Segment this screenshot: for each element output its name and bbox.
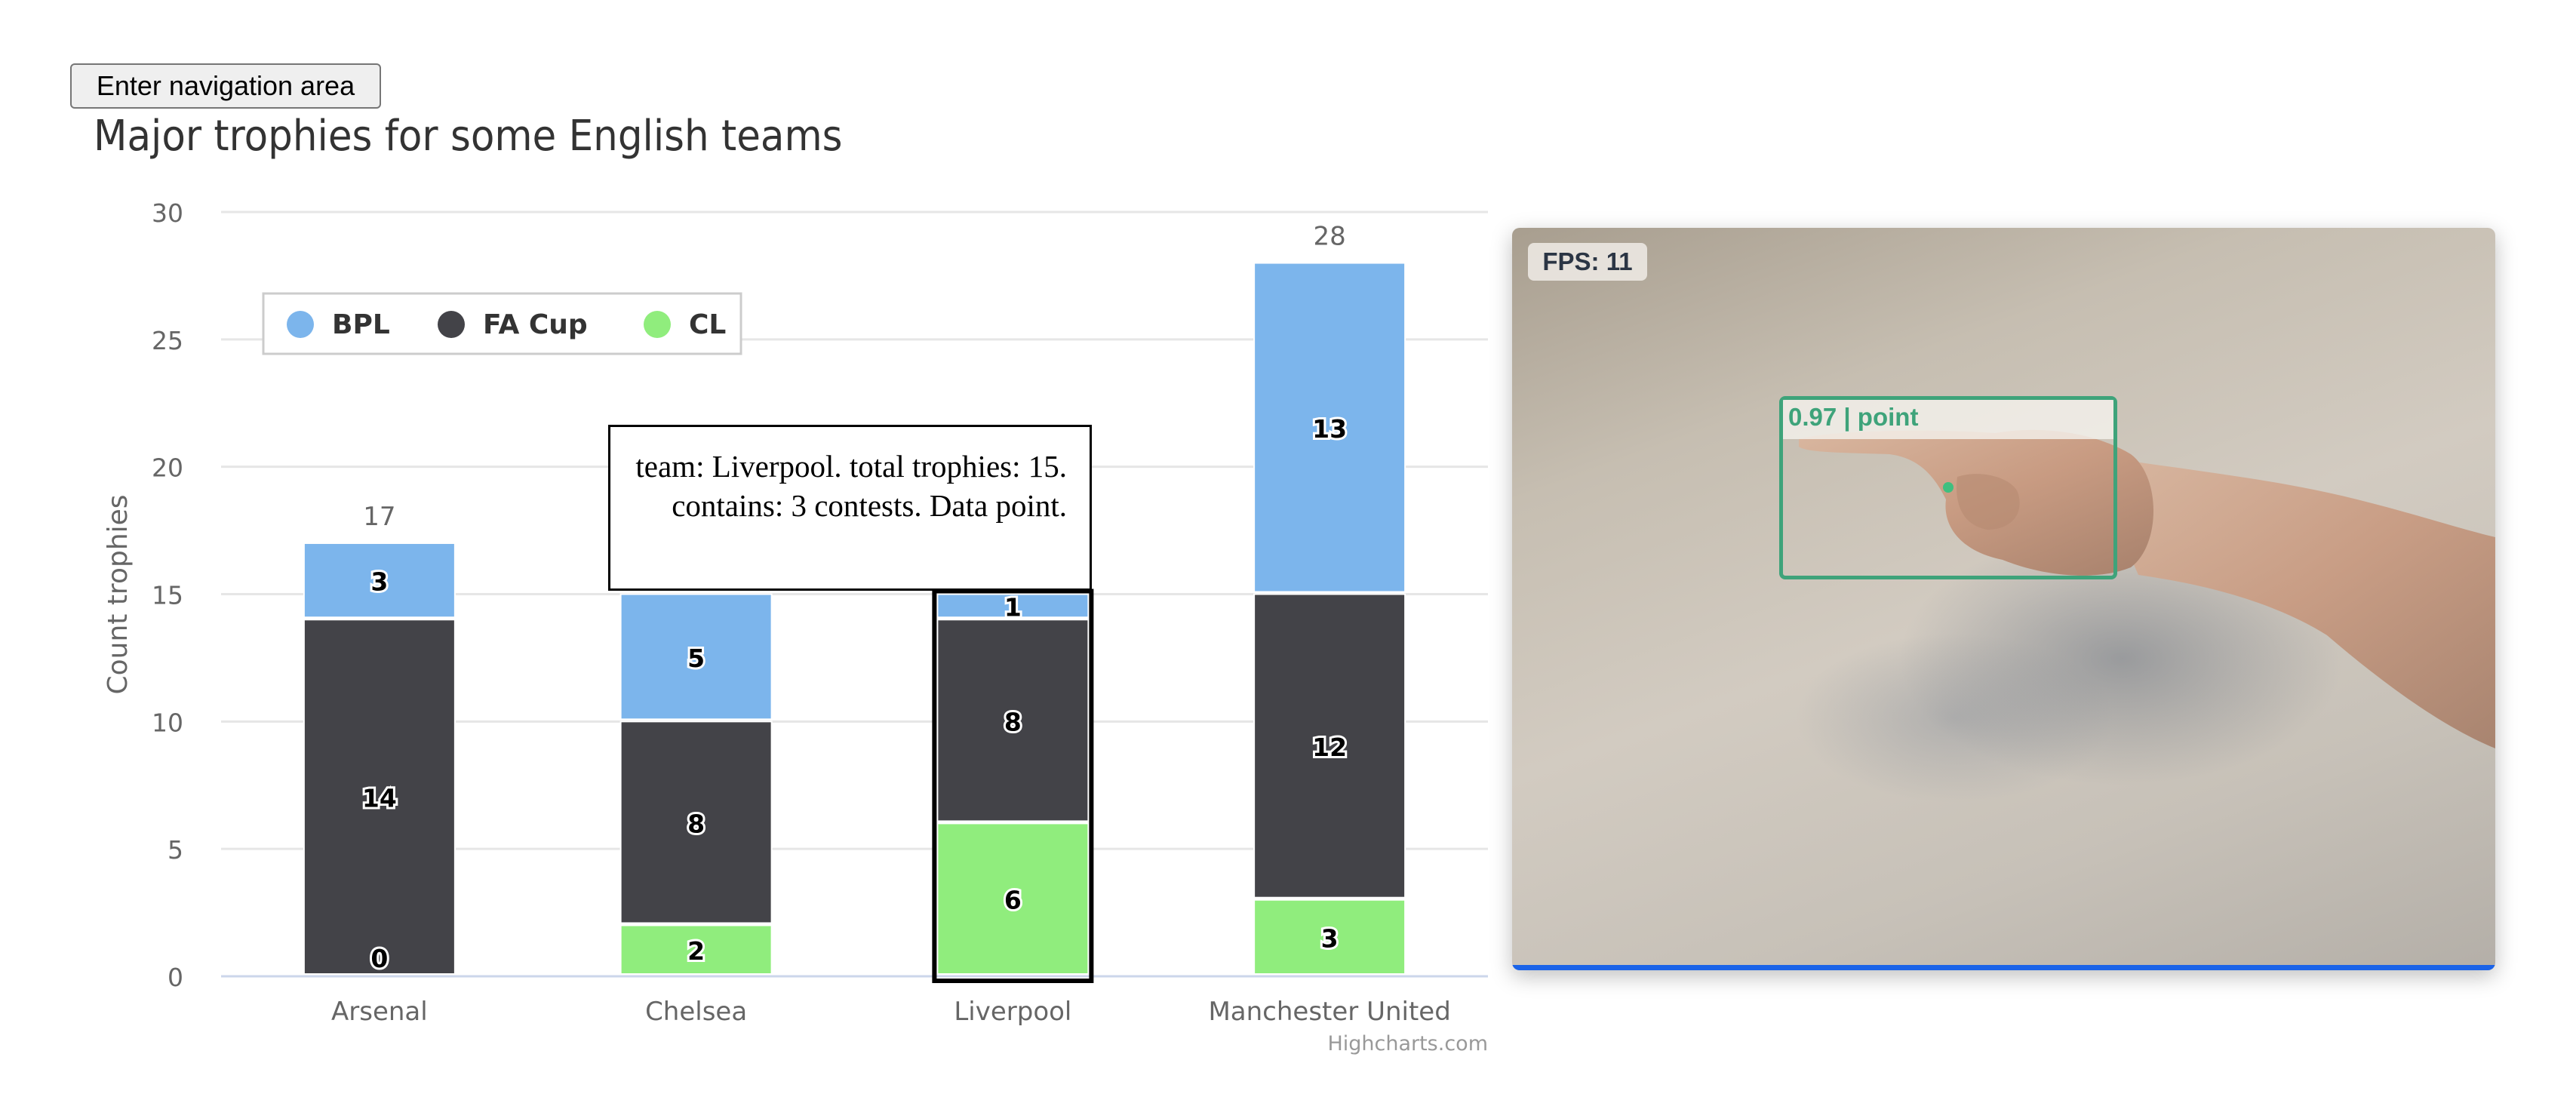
detection-label: 0.97 | point xyxy=(1788,403,1919,431)
progress-bar xyxy=(1512,965,2495,970)
data-label: 12 xyxy=(1312,733,1347,762)
y-tick-label: 25 xyxy=(152,326,183,355)
data-label: 8 xyxy=(687,809,705,838)
y-tick-label: 30 xyxy=(152,198,183,228)
x-tick-label: Arsenal xyxy=(331,997,428,1027)
bar-series xyxy=(303,262,1406,983)
y-tick-label: 20 xyxy=(152,453,183,483)
y-tick-label: 10 xyxy=(152,708,183,737)
y-tick-label: 5 xyxy=(168,835,183,865)
legend-symbol-icon xyxy=(287,311,314,338)
data-label: 5 xyxy=(687,644,705,673)
data-label: 1 xyxy=(1004,592,1022,622)
x-tick-label: Chelsea xyxy=(645,997,747,1027)
legend-symbol-icon xyxy=(438,311,465,338)
highcharts-credit[interactable]: Highcharts.com xyxy=(1327,1032,1488,1056)
webcam-video-feed: FPS: 11 0.97 | point xyxy=(1512,228,2495,970)
legend-item-bpl[interactable]: BPL xyxy=(287,309,390,340)
y-tick-label: 0 xyxy=(168,963,183,992)
data-label: 0 xyxy=(370,944,388,973)
stack-total-label: 28 xyxy=(1313,222,1345,252)
data-label: 6 xyxy=(1004,886,1022,915)
data-label: 13 xyxy=(1312,414,1347,444)
data-label: 2 xyxy=(687,936,705,966)
x-tick-label: Liverpool xyxy=(954,997,1071,1027)
keypoint-dot xyxy=(1943,482,1954,493)
x-tick-label: Manchester United xyxy=(1208,997,1450,1027)
data-label: 3 xyxy=(370,567,388,597)
legend-label: CL xyxy=(689,309,726,340)
y-axis-title: Count trophies xyxy=(103,494,134,694)
fps-counter: FPS: 11 xyxy=(1528,243,1647,281)
data-label: 8 xyxy=(1004,707,1022,736)
data-label: 3 xyxy=(1321,923,1339,953)
hand-pointing-image xyxy=(1799,429,2495,748)
legend-symbol-icon xyxy=(644,311,671,338)
legend[interactable]: BPL FA Cup CL xyxy=(262,292,742,355)
tooltip: team: Liverpool. total trophies: 15. con… xyxy=(608,425,1092,591)
y-tick-label: 15 xyxy=(152,581,183,610)
stack-total-label: 17 xyxy=(363,502,395,532)
legend-label: FA Cup xyxy=(483,309,588,340)
data-label: 14 xyxy=(362,784,397,813)
legend-label: BPL xyxy=(332,309,390,340)
